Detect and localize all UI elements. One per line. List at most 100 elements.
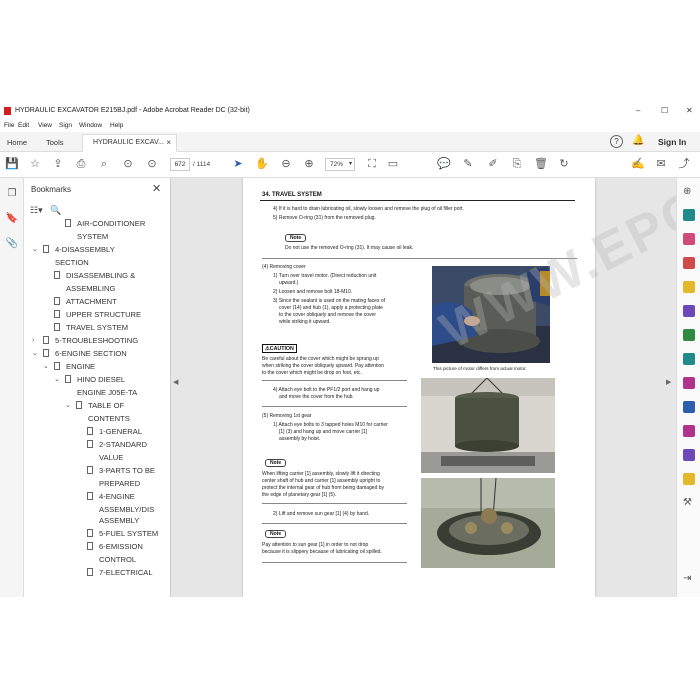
compress-pdf-icon[interactable] [683,353,695,365]
bookmark-item[interactable]: ENGINE J05E-TA [24,387,160,398]
bookmark-item[interactable]: ASSEMBLY/DIS [24,504,160,515]
collapse-tools-icon[interactable]: ⇥ [683,573,695,585]
tab-tools[interactable]: Tools [46,138,64,147]
previous-page-icon[interactable]: ⊙ [121,157,135,171]
menu-sign[interactable]: Sign [59,122,72,129]
bookmark-item[interactable]: ⌄ TABLE OF [24,400,160,411]
menu-edit[interactable]: Edit [18,122,29,129]
bookmark-item[interactable]: VALUE [24,452,160,463]
menu-help[interactable]: Help [110,122,123,129]
chevron-down-icon[interactable]: ⌄ [32,348,40,359]
minimize-button[interactable]: – [636,106,640,115]
bookmark-item[interactable]: CONTENTS [24,413,160,424]
bookmark-item[interactable]: SECTION [24,257,160,268]
bookmark-item[interactable]: 5-FUEL SYSTEM [24,528,160,539]
share-link-icon[interactable]: ⤴ [677,157,691,171]
bookmark-item[interactable]: CONTROL [24,554,160,565]
zoom-search-icon[interactable]: ⊕ [683,186,695,198]
collapse-left-panel-icon[interactable]: ◀ [173,378,178,386]
bookmark-item[interactable]: PREPARED [24,478,160,489]
fit-page-icon[interactable]: ⛶ [365,157,379,171]
acrobat-window: HYDRAULIC EXCAVATOR E215BJ.pdf - Adobe A… [0,103,700,597]
save-icon[interactable]: 💾 [5,157,19,171]
fill-sign-icon[interactable]: ✍ [631,157,645,171]
bookmark-item[interactable]: 6-EMISSION [24,541,160,552]
bookmark-item[interactable]: SYSTEM [24,231,160,242]
delete-icon[interactable]: 🗑 [534,157,548,171]
fill-and-sign-icon[interactable] [683,377,695,389]
more-tools-icon[interactable]: ⚒ [683,497,695,509]
bookmark-item[interactable]: TRAVEL SYSTEM [24,322,160,333]
page-number-input[interactable]: 672 [170,158,190,171]
bookmark-item[interactable]: › 5-TROUBLESHOOTING [24,335,160,346]
maximize-button[interactable]: ☐ [661,106,668,115]
bookmark-item[interactable]: 4-ENGINE [24,491,160,502]
search-icon[interactable]: ⌕ [97,157,111,171]
chevron-right-icon[interactable]: › [32,335,40,346]
select-cursor-icon[interactable]: ➤ [231,157,245,171]
chevron-down-icon[interactable]: ⌄ [32,244,40,255]
zoom-select[interactable]: 72% ▾ [325,158,355,171]
zoom-in-icon[interactable]: ⊕ [302,157,316,171]
menu-view[interactable]: View [38,122,52,129]
comment-icon[interactable]: 💬 [437,157,451,171]
share-email-icon[interactable]: ✉ [654,157,668,171]
protect-icon[interactable] [683,401,695,413]
chevron-down-icon[interactable]: ⌄ [54,374,62,385]
bookmark-page-icon [65,375,71,383]
highlight-pen-icon[interactable]: ✎ [461,157,475,171]
send-for-review-icon[interactable] [683,449,695,461]
bookmarks-panel-icon[interactable]: 🔖 [5,213,19,227]
menu-file[interactable]: File [4,122,14,129]
tab-home[interactable]: Home [7,138,27,147]
chevron-down-icon[interactable]: ⌄ [43,361,51,372]
expand-right-panel-icon[interactable]: ▶ [666,378,671,386]
create-pdf-icon[interactable] [683,233,695,245]
bookmark-options-icon[interactable]: ☷▾ 🔍 [30,205,61,216]
bookmark-item[interactable]: AIR-CONDITIONER [24,218,160,229]
bookmark-item[interactable]: 7-ELECTRICAL [24,567,160,578]
close-tab-icon[interactable]: × [166,138,171,147]
bookmark-item[interactable]: UPPER STRUCTURE [24,309,160,320]
bookmark-item[interactable]: ATTACHMENT [24,296,160,307]
bookmark-item[interactable]: 1-GENERAL [24,426,160,437]
chevron-down-icon[interactable]: ⌄ [65,400,73,411]
edit-text-icon[interactable]: ⎘ [510,157,524,171]
rotate-icon[interactable]: ↻ [557,157,571,171]
attachments-icon[interactable]: 📎 [5,238,19,252]
bookmark-item[interactable]: ASSEMBLY [24,515,160,526]
scan-ocr-icon[interactable] [683,473,695,485]
help-icon[interactable]: ? [610,135,623,148]
export-pdf-icon[interactable] [683,209,695,221]
bookmark-item[interactable]: ⌄ ENGINE [24,361,160,372]
edit-pdf-icon[interactable] [683,257,695,269]
bookmark-item[interactable]: 3-PARTS TO BE [24,465,160,476]
scroll-mode-icon[interactable]: ▭ [386,157,400,171]
organize-pages-icon[interactable] [683,329,695,341]
draw-icon[interactable]: ✐ [486,157,500,171]
bookmark-star-icon[interactable]: ☆ [28,157,42,171]
next-page-icon[interactable]: ⊙ [145,157,159,171]
hand-tool-icon[interactable]: ✋ [255,157,269,171]
menu-window[interactable]: Window [79,122,102,129]
page-thumbnails-icon[interactable]: ❐ [5,188,19,202]
tab-document[interactable]: HYDRAULIC EXCAV... × [82,134,177,152]
bookmark-page-icon [43,245,49,253]
bookmark-item[interactable]: ⌄ 6-ENGINE SECTION [24,348,160,359]
comment-tool-icon[interactable] [683,281,695,293]
bookmark-item[interactable]: ⌄ 4-DISASSEMBLY [24,244,160,255]
close-window-button[interactable]: ✕ [686,106,693,115]
bookmark-item[interactable]: 2-STANDARD [24,439,160,450]
bookmark-item[interactable]: ⌄ HINO DIESEL [24,374,160,385]
bookmark-item[interactable]: ASSEMBLING [24,283,160,294]
upload-icon[interactable]: ⇪ [51,157,65,171]
print-icon[interactable]: ⎙ [74,157,88,171]
request-signature-icon[interactable] [683,425,695,437]
divider [262,562,407,563]
bookmark-item[interactable]: DISASSEMBLING & [24,270,160,281]
notifications-bell-icon[interactable]: 🔔 [632,135,645,148]
combine-files-icon[interactable] [683,305,695,317]
zoom-out-icon[interactable]: ⊖ [279,157,293,171]
close-panel-icon[interactable]: ✕ [152,182,161,195]
sign-in-button[interactable]: Sign In [658,137,686,147]
